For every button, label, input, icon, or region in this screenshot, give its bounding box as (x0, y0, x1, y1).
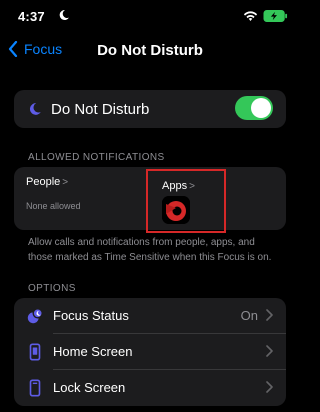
status-time: 4:37 (18, 9, 45, 24)
toggle-knob (251, 98, 271, 118)
dnd-toggle-row: Do Not Disturb (14, 90, 286, 128)
wifi-icon (243, 10, 258, 21)
focus-status-row[interactable]: Focus Status On (14, 298, 286, 334)
people-label: People (26, 176, 61, 188)
chevron-right-icon (266, 345, 273, 357)
focus-status-icon (27, 308, 43, 324)
apps-label-wrap: Apps > (162, 180, 195, 192)
people-none-allowed: None allowed (26, 201, 81, 211)
red-app-logo-icon (162, 196, 190, 224)
phone-icon (29, 379, 41, 397)
focus-status-value: On (240, 308, 258, 323)
allowed-footnote: Allow calls and notifications from peopl… (28, 237, 272, 263)
page-title: Do Not Disturb (97, 42, 203, 59)
focus-status-label: Focus Status (53, 308, 129, 323)
battery-charging-icon (263, 10, 288, 22)
app-icon (162, 196, 190, 224)
home-screen-label: Home Screen (53, 344, 133, 359)
moon-icon (29, 103, 41, 115)
people-button[interactable]: People > (26, 176, 68, 188)
allowed-notifications-header: ALLOWED NOTIFICATIONS (28, 152, 165, 163)
lock-screen-row[interactable]: Lock Screen (14, 370, 286, 406)
moon-icon (59, 9, 69, 20)
chevron-right-icon (266, 381, 273, 393)
home-screen-row[interactable]: Home Screen (14, 334, 286, 370)
status-bar: 4:37 (0, 0, 300, 34)
chevron-right-icon: > (189, 181, 195, 192)
options-header: OPTIONS (28, 283, 76, 294)
status-right (243, 10, 288, 22)
allowed-notifications-card: People > None allowed Apps > (14, 167, 286, 233)
apps-label: Apps (162, 180, 188, 192)
dnd-toggle[interactable] (235, 96, 273, 120)
chevron-right-icon (266, 309, 273, 321)
phone-icon (29, 343, 41, 361)
lock-screen-label: Lock Screen (53, 380, 126, 395)
apps-button[interactable]: Apps > (146, 169, 226, 233)
chevron-right-icon: > (62, 177, 69, 188)
options-card: Focus Status On Home Screen Lock Screen (14, 298, 286, 406)
navigation-bar: Focus Do Not Disturb (0, 34, 300, 68)
dnd-label: Do Not Disturb (51, 101, 150, 118)
